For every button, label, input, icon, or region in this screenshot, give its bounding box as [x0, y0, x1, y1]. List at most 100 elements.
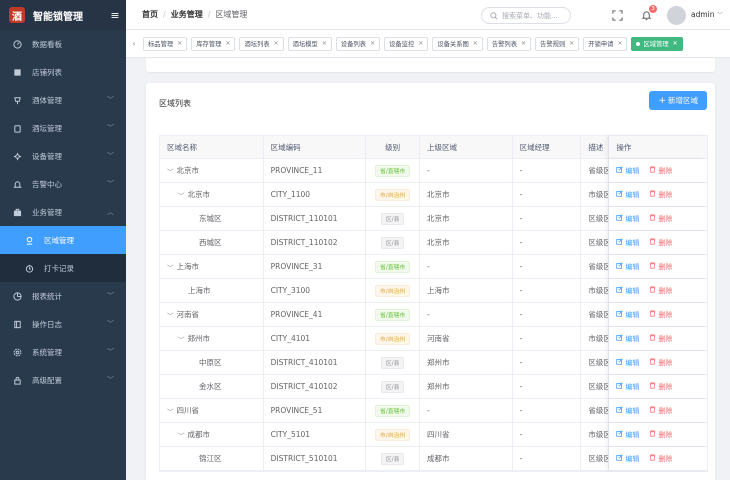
close-icon[interactable]: ✕: [418, 40, 423, 47]
chevron-down-icon: ﹀: [107, 376, 114, 384]
level-tag: 省/直辖市: [375, 404, 411, 417]
close-icon[interactable]: ✕: [673, 40, 678, 47]
edit-button[interactable]: 编辑: [616, 454, 639, 464]
sidebar-item-3[interactable]: 酒坛管理 ﹀: [0, 114, 126, 142]
column-header-desc: 描述: [581, 136, 610, 158]
edit-button[interactable]: 编辑: [616, 166, 639, 176]
cell-desc: 省级区域: [581, 399, 610, 422]
edit-button[interactable]: 编辑: [616, 382, 639, 392]
sidebar-item-2[interactable]: 酒体管理 ﹀: [0, 86, 126, 114]
cell-name: 西城区: [160, 231, 264, 254]
bell-icon[interactable]: 3: [639, 5, 657, 22]
edit-button[interactable]: 编辑: [616, 214, 639, 224]
delete-button[interactable]: 删除: [649, 358, 672, 368]
tag-item[interactable]: 告警列表 ✕: [486, 36, 532, 51]
sidebar-item-5[interactable]: 告警中心 ﹀: [0, 170, 126, 198]
dashboard-icon: [12, 39, 22, 49]
sidebar-item-0[interactable]: 数据看板: [0, 30, 126, 58]
edit-button[interactable]: 编辑: [616, 430, 639, 440]
region-name: 西城区: [199, 238, 222, 247]
delete-icon: [649, 286, 658, 295]
delete-button[interactable]: 删除: [649, 238, 672, 248]
sidebar-subitem-0[interactable]: 区域管理: [0, 226, 126, 254]
close-icon[interactable]: ✕: [322, 40, 327, 47]
tag-item[interactable]: 区域管理 ✕: [631, 36, 683, 51]
tag-item[interactable]: 标品管理 ✕: [143, 36, 188, 51]
delete-button[interactable]: 删除: [649, 166, 672, 176]
tag-item[interactable]: 酒坛列表 ✕: [239, 36, 284, 51]
search-input[interactable]: 搜索菜单、功能...: [481, 7, 571, 24]
fullscreen-icon[interactable]: [610, 8, 624, 22]
close-icon[interactable]: ✕: [521, 40, 526, 47]
breadcrumb-home[interactable]: 首页: [142, 9, 158, 20]
cell-code: PROVINCE_41: [264, 303, 367, 326]
breadcrumb-business[interactable]: 业务管理: [171, 9, 203, 20]
cell-actions: 编辑 删除: [609, 351, 707, 374]
level-tag: 区/县: [380, 356, 405, 369]
edit-label: 编辑: [625, 286, 640, 295]
close-icon[interactable]: ✕: [225, 40, 230, 47]
delete-button[interactable]: 删除: [649, 382, 672, 392]
expand-arrow-icon[interactable]: ﹀: [167, 406, 174, 416]
edit-button[interactable]: 编辑: [616, 286, 639, 296]
sidebar-item-label: 系统管理: [32, 347, 62, 357]
table-row: ﹀四川省PROVINCE_51省/直辖市--省级区域编辑删除: [160, 399, 707, 423]
tag-item[interactable]: 酒坛模型 ✕: [287, 36, 332, 51]
delete-icon: [649, 238, 658, 247]
sidebar-item-9[interactable]: 系统管理 ﹀: [0, 338, 126, 366]
delete-button[interactable]: 删除: [649, 214, 672, 224]
sidebar-item-8[interactable]: 操作日志 ﹀: [0, 310, 126, 338]
tag-item[interactable]: 设备列表 ✕: [335, 36, 381, 51]
expand-arrow-icon[interactable]: ﹀: [178, 190, 185, 200]
avatar[interactable]: [667, 6, 686, 25]
add-region-button[interactable]: + 新增区域: [649, 91, 707, 110]
sidebar-item-4[interactable]: 设备管理 ﹀: [0, 142, 126, 170]
delete-button[interactable]: 删除: [649, 262, 672, 272]
cell-name: ﹀ 北京市: [160, 159, 264, 182]
delete-button[interactable]: 删除: [649, 190, 672, 200]
sidebar-item-10[interactable]: 高级配置 ﹀: [0, 366, 126, 394]
expand-arrow-icon[interactable]: ﹀: [167, 166, 174, 176]
edit-button[interactable]: 编辑: [616, 334, 639, 344]
level-tag: 区/县: [380, 236, 405, 249]
edit-button[interactable]: 编辑: [616, 190, 639, 200]
delete-button[interactable]: 删除: [649, 334, 672, 344]
edit-button[interactable]: 编辑: [616, 262, 639, 272]
delete-button[interactable]: 删除: [649, 430, 672, 440]
delete-button[interactable]: 删除: [649, 286, 672, 296]
edit-label: 编辑: [625, 310, 640, 319]
expand-arrow-icon[interactable]: ﹀: [167, 262, 174, 272]
edit-button[interactable]: 编辑: [616, 310, 639, 320]
close-icon[interactable]: ✕: [617, 40, 622, 47]
edit-button[interactable]: 编辑: [616, 406, 639, 416]
close-icon[interactable]: ✕: [569, 40, 574, 47]
delete-button[interactable]: 删除: [649, 454, 672, 464]
delete-button[interactable]: 删除: [649, 406, 672, 416]
tag-item[interactable]: 告警规则 ✕: [535, 36, 580, 51]
close-icon[interactable]: ✕: [177, 40, 182, 47]
sidebar-item-6[interactable]: 业务管理 ︿: [0, 198, 126, 226]
tag-item[interactable]: 设备监控 ✕: [384, 36, 429, 51]
sidebar-item-1[interactable]: 店铺列表: [0, 58, 126, 86]
edit-label: 编辑: [625, 358, 640, 367]
close-icon[interactable]: ✕: [473, 40, 478, 47]
edit-button[interactable]: 编辑: [616, 238, 639, 248]
delete-button[interactable]: 删除: [649, 310, 672, 320]
sidebar-subitem-1[interactable]: 打卡记录: [0, 254, 126, 282]
sidebar-item-7[interactable]: 报表统计 ﹀: [0, 282, 126, 310]
tag-item[interactable]: 库存管理 ✕: [191, 36, 236, 51]
menu-toggle-icon[interactable]: ≡: [104, 9, 126, 22]
close-icon[interactable]: ✕: [274, 40, 279, 47]
table-row: 金水区 DISTRICT_410102 区/县 郑州市-区级区域 编辑 删除: [160, 375, 707, 399]
tag-item[interactable]: 开锁申请 ✕: [583, 36, 628, 51]
cell-name: 中原区: [160, 351, 264, 374]
edit-button[interactable]: 编辑: [616, 358, 639, 368]
expand-arrow-icon[interactable]: ﹀: [178, 430, 185, 440]
expand-arrow-icon[interactable]: ﹀: [178, 334, 185, 344]
close-icon[interactable]: ✕: [370, 40, 375, 47]
tag-item[interactable]: 设备关系图 ✕: [432, 36, 483, 51]
cell-desc: 市级区域: [581, 423, 610, 446]
expand-arrow-icon[interactable]: ﹀: [167, 310, 174, 320]
user-menu[interactable]: admin ﹀: [691, 10, 723, 19]
tags-scroll-left-icon[interactable]: ‹: [129, 39, 139, 48]
